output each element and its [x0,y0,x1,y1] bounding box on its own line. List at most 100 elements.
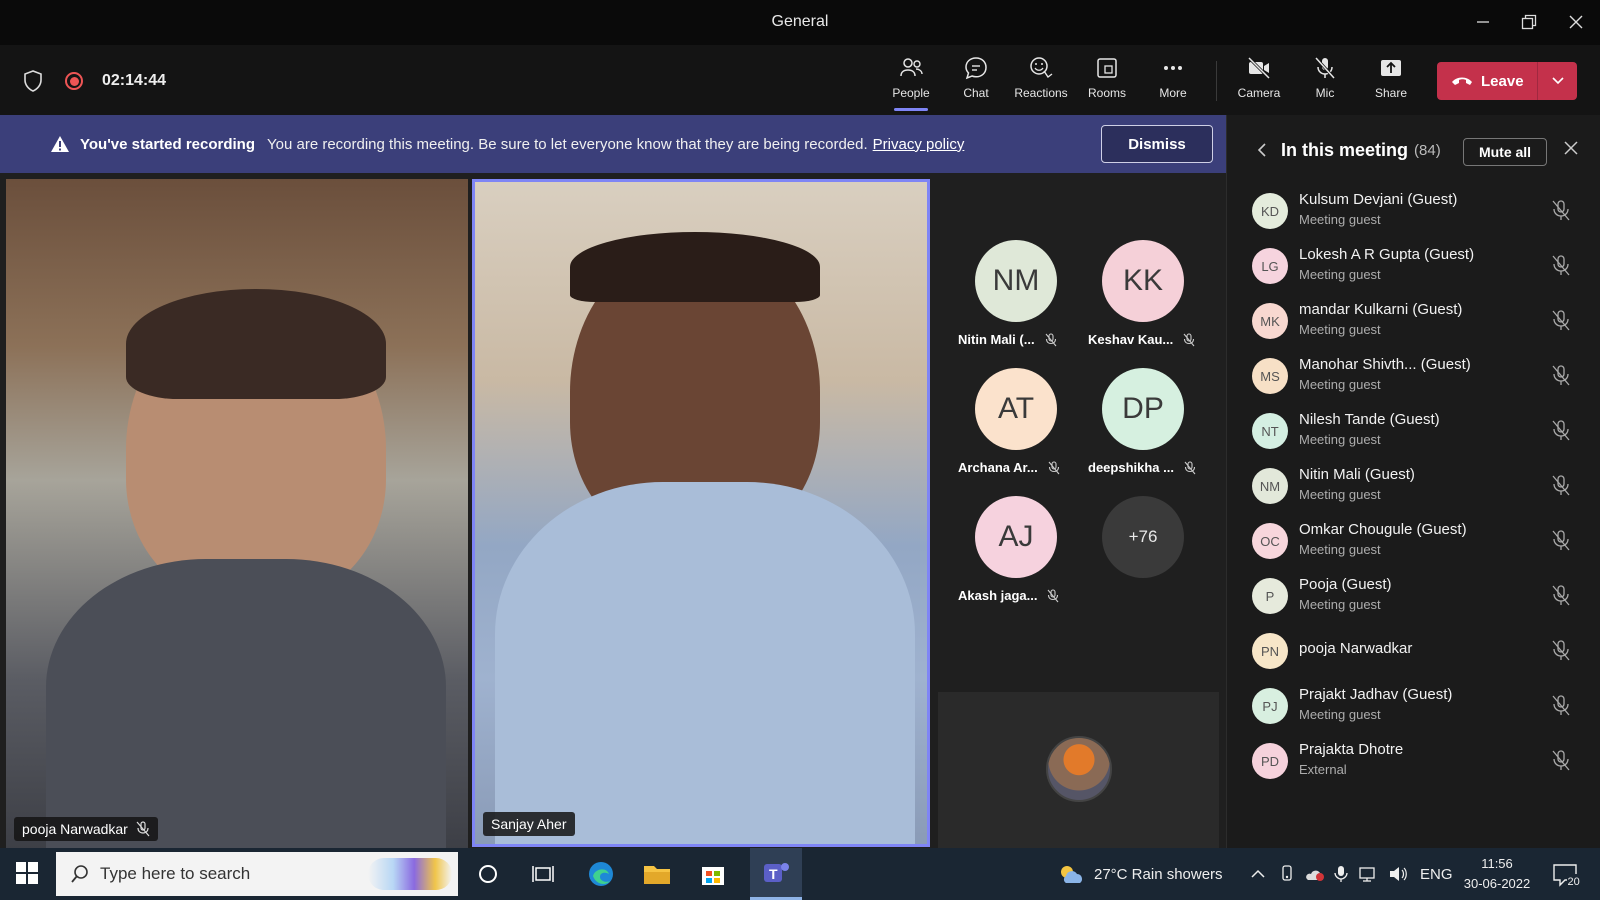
camera-button[interactable]: Camera [1228,55,1290,111]
participant-role: Meeting guest [1299,212,1381,227]
participant-row[interactable]: NT Nilesh Tande (Guest) Meeting guest [1227,403,1600,459]
avatar[interactable]: KK [1102,240,1184,322]
microphone-icon[interactable] [1334,848,1348,900]
chat-label: Chat [963,86,989,100]
leave-options-button[interactable] [1537,62,1577,100]
participant-name: pooja Narwadkar [1299,640,1413,657]
rooms-button[interactable]: Rooms [1076,55,1138,111]
avatar[interactable]: DP [1102,368,1184,450]
people-button[interactable]: People [880,55,942,111]
edge-icon[interactable] [585,858,617,890]
avatar[interactable]: NM [975,240,1057,322]
mic-off-icon[interactable] [1551,584,1571,611]
video-tile-sanjay[interactable]: Sanjay Aher [472,179,930,847]
volume-icon[interactable] [1389,848,1409,900]
chat-button[interactable]: Chat [945,55,1007,111]
participant-row[interactable]: MS Manohar Shivth... (Guest) Meeting guest [1227,348,1600,404]
share-button[interactable]: Share [1360,55,1422,111]
panel-header: In this meeting (84) Mute all [1227,115,1600,185]
chevron-up-icon[interactable] [1251,848,1265,900]
leave-main[interactable]: Leave [1437,62,1537,100]
system-clock[interactable]: 11:56 30-06-2022 [1462,854,1532,894]
camera-label: Camera [1237,86,1281,100]
participant-row[interactable]: P Pooja (Guest) Meeting guest [1227,568,1600,624]
participant-row[interactable]: KD Kulsum Devjani (Guest) Meeting guest [1227,183,1600,239]
avatar: LG [1252,248,1288,284]
close-icon[interactable] [1561,8,1591,36]
network-icon[interactable] [1359,848,1379,900]
participant-row[interactable]: PJ Prajakt Jadhav (Guest) Meeting guest [1227,678,1600,734]
avatar: KD [1252,193,1288,229]
dismiss-button[interactable]: Dismiss [1101,125,1213,163]
mic-off-icon[interactable] [1551,309,1571,336]
toolbar-divider [1216,61,1217,101]
banner-message: You are recording this meeting. Be sure … [267,135,868,153]
video-tile-pooja[interactable]: pooja Narwadkar [6,179,468,849]
shield-icon[interactable] [22,69,44,98]
avatar-name: Archana Ar... [958,460,1038,475]
svg-text:T: T [769,866,778,882]
recording-banner: You've started recording You are recordi… [0,115,1226,173]
mic-off-icon[interactable] [1551,529,1571,556]
more-button[interactable]: More [1142,55,1204,111]
task-view-icon[interactable] [527,858,559,890]
notification-center-icon[interactable]: 20 [1552,862,1582,893]
participant-name: Omkar Chougule (Guest) [1299,521,1467,538]
avatar[interactable]: AT [975,368,1057,450]
avatar[interactable]: AJ [975,496,1057,578]
search-placeholder: Type here to search [100,864,251,883]
participant-hair [126,289,386,399]
mic-off-icon[interactable] [1551,419,1571,446]
reactions-button[interactable]: Reactions [1010,55,1072,111]
language-indicator[interactable]: ENG [1420,848,1453,900]
overflow-participants-button[interactable]: +76 [1102,496,1184,578]
chat-icon [965,57,987,80]
close-icon[interactable] [1563,140,1579,156]
title-bar: General [0,0,1600,45]
mic-off-icon[interactable] [1551,694,1571,721]
participant-row[interactable]: OC Omkar Chougule (Guest) Meeting guest [1227,513,1600,569]
onedrive-error-icon[interactable] [1304,848,1326,900]
share-label: Share [1374,86,1408,100]
taskbar-search[interactable]: Type here to search [56,852,458,896]
reactions-label: Reactions [1014,86,1068,100]
chevron-left-icon[interactable] [1257,142,1267,158]
mic-off-icon [1314,56,1336,80]
mic-off-icon[interactable] [1551,749,1571,776]
windows-start-icon[interactable] [16,862,38,884]
cortana-icon[interactable] [472,858,504,890]
device-icon[interactable] [1279,848,1295,900]
participant-name: Prajakt Jadhav (Guest) [1299,686,1453,703]
avatar-name-row: Keshav Kau... [1088,332,1195,347]
more-label: More [1159,86,1187,100]
participant-row[interactable]: LG Lokesh A R Gupta (Guest) Meeting guest [1227,238,1600,294]
minimize-icon[interactable] [1468,8,1498,36]
mic-off-icon[interactable] [1551,639,1571,666]
mic-button[interactable]: Mic [1294,55,1356,111]
avatar-name: deepshikha ... [1088,460,1174,475]
share-icon [1381,60,1401,76]
mic-off-icon [1045,332,1056,346]
leave-button[interactable]: Leave [1437,62,1577,100]
participant-row[interactable]: MK mandar Kulkarni (Guest) Meeting guest [1227,293,1600,349]
avatar-name: Akash jaga... [958,588,1038,603]
rooms-label: Rooms [1087,86,1126,100]
mic-off-icon[interactable] [1551,199,1571,226]
mic-off-icon[interactable] [1551,364,1571,391]
store-icon[interactable] [697,858,729,890]
weather-widget[interactable]: 27°C Rain showers [1058,848,1223,900]
mute-all-button[interactable]: Mute all [1463,138,1547,166]
privacy-policy-link[interactable]: Privacy policy [873,136,965,153]
avatar-name-row: Akash jaga... [958,588,1059,603]
teams-icon[interactable]: T [750,848,802,900]
mic-off-icon[interactable] [1551,474,1571,501]
file-explorer-icon[interactable] [641,858,673,890]
clock-date: 30-06-2022 [1463,876,1531,891]
participant-row[interactable]: PD Prajakta Dhotre External [1227,733,1600,789]
participant-row[interactable]: NM Nitin Mali (Guest) Meeting guest [1227,458,1600,514]
participant-row[interactable]: PN pooja Narwadkar [1227,623,1600,679]
mic-off-icon[interactable] [1551,254,1571,281]
restore-icon[interactable] [1514,8,1544,36]
participant-name: Nitin Mali (Guest) [1299,466,1415,483]
self-video-tile[interactable] [938,692,1219,849]
